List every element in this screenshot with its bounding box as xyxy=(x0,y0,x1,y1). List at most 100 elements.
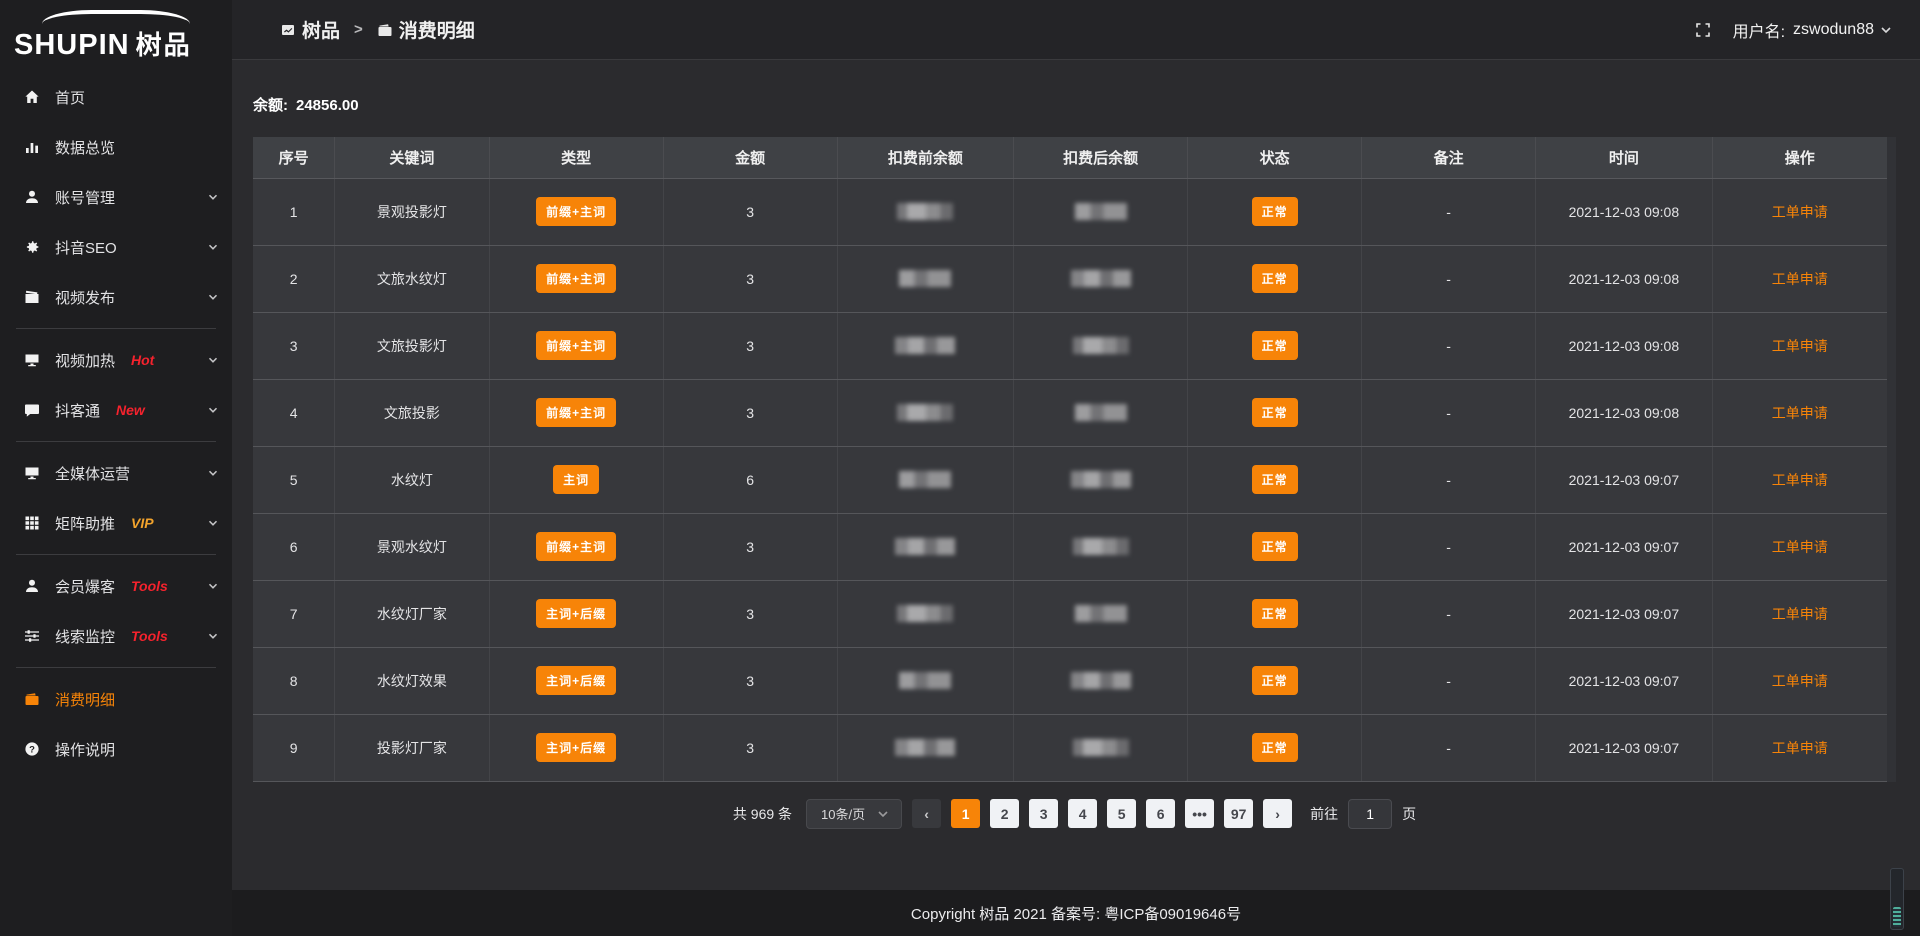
sidebar-item-heat[interactable]: 视频加热Hot xyxy=(0,335,232,385)
keyword-cell: 水纹灯 xyxy=(335,446,489,513)
page-button-3[interactable]: 3 xyxy=(1029,799,1058,828)
post-balance-masked xyxy=(1014,580,1188,647)
page-button-1[interactable]: 1 xyxy=(951,799,980,828)
copyright-text: Copyright 树品 2021 备案号: 粤ICP备09019646号 xyxy=(911,903,1241,924)
work-order-link[interactable]: 工单申请 xyxy=(1772,740,1828,756)
chevron-down-icon xyxy=(875,806,891,822)
action-cell: 工单申请 xyxy=(1712,446,1887,513)
sidebar-item-member[interactable]: 会员爆客Tools xyxy=(0,561,232,611)
table-body: 1景观投影灯前缀+主词3正常-2021-12-03 09:08工单申请2文旅水纹… xyxy=(253,178,1887,781)
page-size-select[interactable]: 10条/页 xyxy=(806,799,902,829)
status-badge: 正常 xyxy=(1188,245,1362,312)
page-size-value: 10条/页 xyxy=(821,804,865,823)
table-row: 1景观投影灯前缀+主词3正常-2021-12-03 09:08工单申请 xyxy=(253,178,1887,245)
balance-value: 24856.00 xyxy=(296,97,359,114)
sidebar: SHUPIN树品 首页数据总览账号管理抖音SEO视频发布视频加热Hot抖客通Ne… xyxy=(0,0,232,936)
type-badge: 前缀+主词 xyxy=(536,532,616,561)
sidebar-item-label: 抖音SEO xyxy=(55,237,117,258)
keyword-cell: 水纹灯效果 xyxy=(335,647,489,714)
action-cell: 工单申请 xyxy=(1712,513,1887,580)
username-value[interactable]: zswodun88 xyxy=(1793,21,1874,39)
remark-cell: - xyxy=(1362,245,1536,312)
table-row: 4文旅投影前缀+主词3正常-2021-12-03 09:08工单申请 xyxy=(253,379,1887,446)
status-badge: 正常 xyxy=(1188,580,1362,647)
consumption-table-wrap: 序号关键词类型金额扣费前余额扣费后余额状态备注时间操作 1景观投影灯前缀+主词3… xyxy=(253,137,1896,782)
page-button-97[interactable]: 97 xyxy=(1224,799,1253,828)
keyword-cell: 投影灯厂家 xyxy=(335,714,489,781)
type-badge: 前缀+主词 xyxy=(489,312,663,379)
table-row: 5水纹灯主词6正常-2021-12-03 09:07工单申请 xyxy=(253,446,1887,513)
chevron-down-icon xyxy=(206,466,220,480)
work-order-link[interactable]: 工单申请 xyxy=(1772,338,1828,354)
sidebar-item-help[interactable]: ?操作说明 xyxy=(0,724,232,774)
work-order-link[interactable]: 工单申请 xyxy=(1772,606,1828,622)
sidebar-item-consume[interactable]: 消费明细 xyxy=(0,674,232,724)
chevron-down-icon xyxy=(206,290,220,304)
sidebar-item-label: 视频加热 xyxy=(55,350,115,371)
type-badge: 前缀+主词 xyxy=(489,513,663,580)
video-icon xyxy=(24,289,42,305)
chevron-down-icon[interactable] xyxy=(1878,22,1894,38)
work-order-link[interactable]: 工单申请 xyxy=(1772,271,1828,287)
type-badge: 主词+后缀 xyxy=(536,599,616,628)
chevron-down-icon xyxy=(206,240,220,254)
main-column: 树品 > 消费明细 用户名: zswodun88 余额:24856.00 xyxy=(232,0,1920,936)
work-order-link[interactable]: 工单申请 xyxy=(1772,673,1828,689)
blurred-value xyxy=(899,471,951,488)
type-badge: 主词+后缀 xyxy=(489,580,663,647)
page-button-4[interactable]: 4 xyxy=(1068,799,1097,828)
table-row: 2文旅水纹灯前缀+主词3正常-2021-12-03 09:08工单申请 xyxy=(253,245,1887,312)
type-badge: 前缀+主词 xyxy=(536,331,616,360)
prev-page-button[interactable]: ‹ xyxy=(912,799,941,828)
column-header: 状态 xyxy=(1188,137,1362,178)
column-header: 序号 xyxy=(253,137,335,178)
sidebar-item-account[interactable]: 账号管理 xyxy=(0,172,232,222)
blurred-value xyxy=(1075,605,1127,622)
type-badge: 前缀+主词 xyxy=(536,264,616,293)
blurred-value xyxy=(899,270,951,287)
fullscreen-icon[interactable] xyxy=(1695,22,1711,38)
breadcrumb-item-root[interactable]: 树品 xyxy=(302,16,340,43)
next-page-button[interactable]: › xyxy=(1263,799,1292,828)
keyword-cell: 文旅水纹灯 xyxy=(335,245,489,312)
more-pages-button[interactable]: ••• xyxy=(1185,799,1214,828)
time-cell: 2021-12-03 09:07 xyxy=(1536,513,1712,580)
sidebar-item-home[interactable]: 首页 xyxy=(0,72,232,122)
work-order-link[interactable]: 工单申请 xyxy=(1772,204,1828,220)
sidebar-divider xyxy=(16,328,216,329)
monitor-icon xyxy=(24,465,42,481)
page-button-5[interactable]: 5 xyxy=(1107,799,1136,828)
logo-text-cn: 树品 xyxy=(136,30,192,60)
row-index: 9 xyxy=(253,714,335,781)
content-area: 余额:24856.00 序号关键词类型金额扣费前余额扣费后余额状态备注时间操作 … xyxy=(232,60,1920,890)
mini-scrollbar[interactable] xyxy=(1890,868,1904,930)
sidebar-item-clue[interactable]: 线索监控Tools xyxy=(0,611,232,661)
sidebar-item-media[interactable]: 全媒体运营 xyxy=(0,448,232,498)
sidebar-item-label: 线索监控 xyxy=(55,626,115,647)
status-badge: 正常 xyxy=(1188,647,1362,714)
sliders-icon xyxy=(24,628,42,644)
sidebar-item-seo[interactable]: 抖音SEO xyxy=(0,222,232,272)
amount-cell: 3 xyxy=(663,513,837,580)
chevron-down-icon xyxy=(206,403,220,417)
work-order-link[interactable]: 工单申请 xyxy=(1772,472,1828,488)
sidebar-item-data[interactable]: 数据总览 xyxy=(0,122,232,172)
page-button-6[interactable]: 6 xyxy=(1146,799,1175,828)
sidebar-divider xyxy=(16,554,216,555)
remark-cell: - xyxy=(1362,446,1536,513)
pre-balance-masked xyxy=(837,647,1013,714)
row-index: 4 xyxy=(253,379,335,446)
sidebar-item-douketong[interactable]: 抖客通New xyxy=(0,385,232,435)
person-icon xyxy=(24,578,42,594)
home-icon xyxy=(24,89,42,105)
work-order-link[interactable]: 工单申请 xyxy=(1772,405,1828,421)
time-cell: 2021-12-03 09:07 xyxy=(1536,647,1712,714)
sidebar-item-matrix[interactable]: 矩阵助推VIP xyxy=(0,498,232,548)
action-cell: 工单申请 xyxy=(1712,178,1887,245)
page-button-2[interactable]: 2 xyxy=(990,799,1019,828)
goto-page-input[interactable] xyxy=(1348,799,1392,829)
sidebar-item-publish[interactable]: 视频发布 xyxy=(0,272,232,322)
work-order-link[interactable]: 工单申请 xyxy=(1772,539,1828,555)
sidebar-item-label: 全媒体运营 xyxy=(55,463,130,484)
footer: Copyright 树品 2021 备案号: 粤ICP备09019646号 xyxy=(232,890,1920,936)
